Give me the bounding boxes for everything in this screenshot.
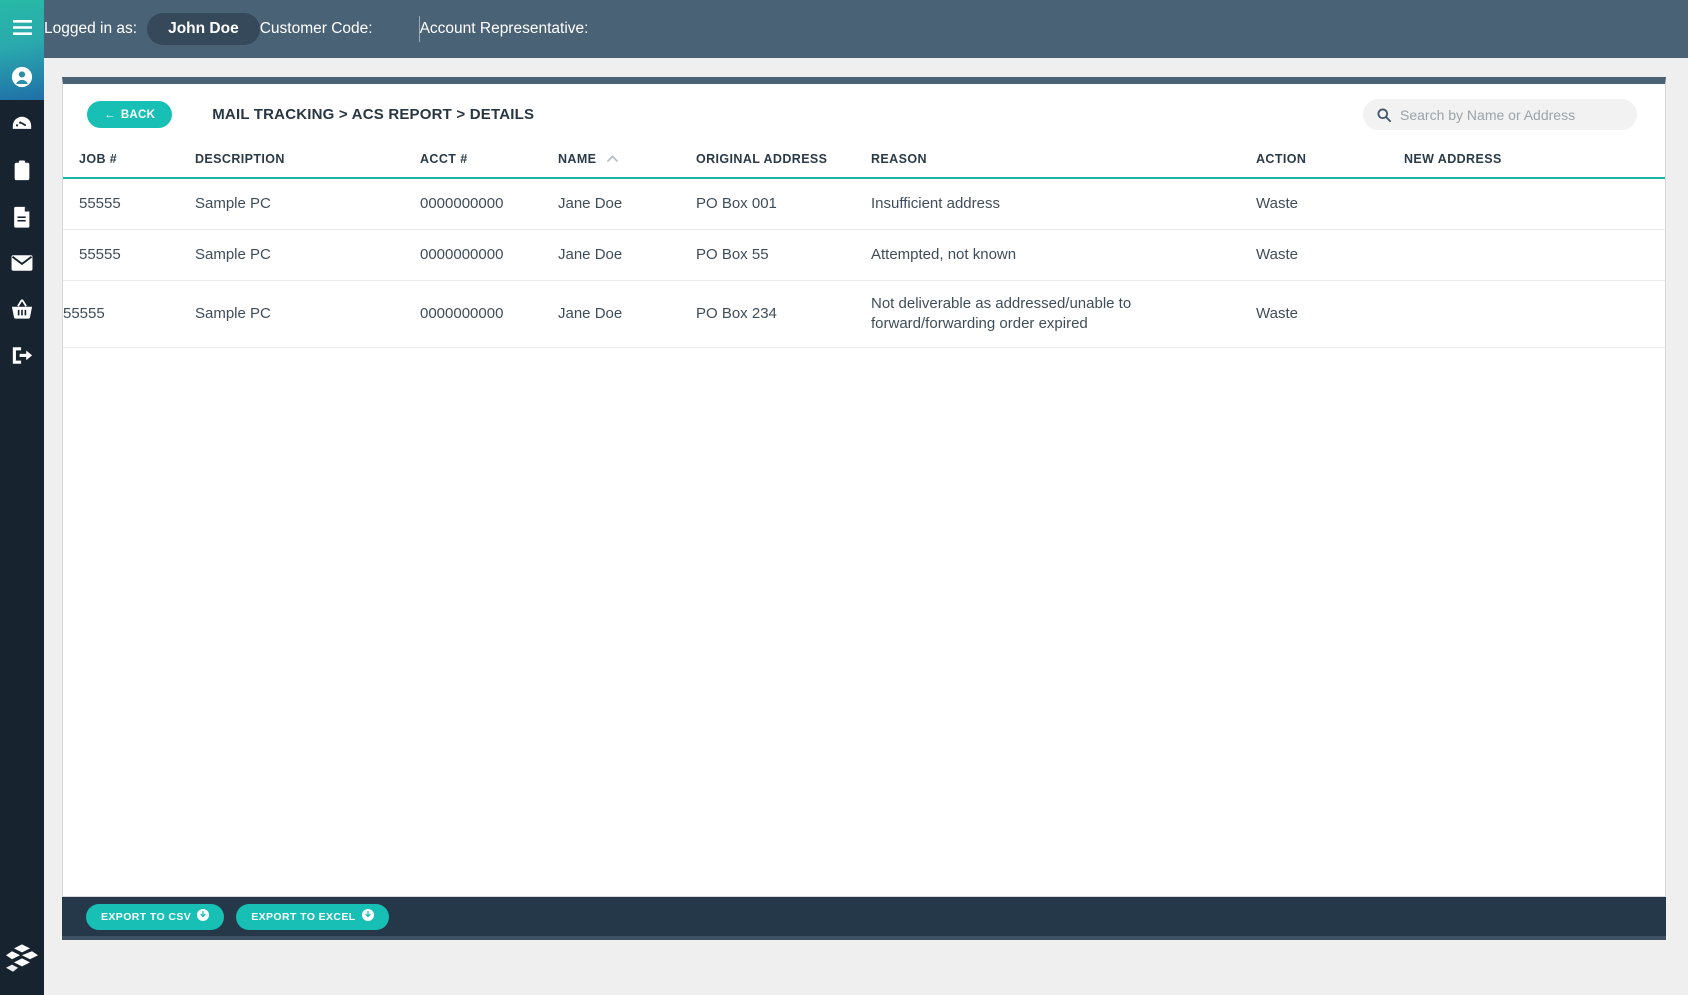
logout-icon[interactable]: [0, 332, 44, 378]
cell-name: Jane Doe: [558, 229, 696, 281]
cell-new-address: [1404, 178, 1665, 230]
acs-details-table: JOB # DESCRIPTION ACCT # NAME ORIGINAL A…: [63, 145, 1665, 348]
content-card: ← BACK MAIL TRACKING > ACS REPORT > DETA…: [62, 77, 1666, 897]
export-to-excel-button[interactable]: EXPORT TO EXCEL: [236, 903, 389, 930]
sort-ascending-icon: [607, 151, 619, 165]
search-box[interactable]: [1363, 99, 1637, 130]
cell-reason: Not deliverable as addressed/unable to f…: [871, 280, 1256, 348]
cell-description: Sample PC: [195, 280, 420, 348]
breadcrumb: MAIL TRACKING > ACS REPORT > DETAILS: [212, 106, 535, 123]
envelope-icon[interactable]: [0, 240, 44, 286]
back-button-label: BACK: [120, 108, 156, 121]
column-header-name-label: NAME: [558, 152, 597, 166]
cell-name: Jane Doe: [558, 280, 696, 348]
cell-acct: 0000000000: [420, 178, 558, 230]
user-name-badge: John Doe: [147, 13, 260, 45]
column-header-acct[interactable]: ACCT #: [420, 145, 558, 179]
table-row[interactable]: 55555 Sample PC 0000000000 Jane Doe PO B…: [63, 229, 1665, 281]
cell-original-address: PO Box 234: [696, 280, 871, 348]
clipboard-icon[interactable]: [0, 148, 44, 194]
cell-job: 55555: [63, 229, 195, 281]
export-excel-label: EXPORT TO EXCEL: [251, 910, 356, 923]
export-to-csv-button[interactable]: EXPORT TO CSV: [86, 903, 225, 930]
sidebar: [0, 0, 44, 995]
cell-original-address: PO Box 001: [696, 178, 871, 230]
customer-code-label: Customer Code:: [259, 20, 373, 37]
search-input[interactable]: [1400, 106, 1610, 123]
cell-job: 55555: [63, 178, 195, 230]
cell-name: Jane Doe: [558, 178, 696, 230]
column-header-new-address[interactable]: NEW ADDRESS: [1404, 145, 1665, 179]
cell-new-address: [1404, 229, 1665, 281]
cell-job: 55555: [63, 280, 195, 348]
cell-acct: 0000000000: [420, 229, 558, 281]
download-circle-icon: [361, 909, 374, 924]
cell-reason: Attempted, not known: [871, 229, 1256, 281]
column-header-description[interactable]: DESCRIPTION: [195, 145, 420, 179]
column-header-job[interactable]: JOB #: [63, 145, 195, 179]
download-circle-icon: [197, 909, 210, 924]
column-header-name[interactable]: NAME: [558, 145, 696, 179]
footer-bar: EXPORT TO CSV EXPORT TO EXCEL: [62, 897, 1666, 940]
search-icon: [1377, 107, 1391, 122]
table-header: JOB # DESCRIPTION ACCT # NAME ORIGINAL A…: [63, 145, 1665, 179]
cell-action: Waste: [1256, 178, 1404, 230]
hamburger-menu-icon[interactable]: [0, 0, 44, 55]
cell-new-address: [1404, 280, 1665, 348]
cell-action: Waste: [1256, 280, 1404, 348]
cell-original-address: PO Box 55: [696, 229, 871, 281]
table-row[interactable]: 55555 Sample PC 0000000000 Jane Doe PO B…: [63, 280, 1665, 348]
account-representative-label: Account Representative:: [419, 20, 589, 37]
cell-description: Sample PC: [195, 178, 420, 230]
table-row[interactable]: 55555 Sample PC 0000000000 Jane Doe PO B…: [63, 178, 1665, 230]
document-icon[interactable]: [0, 194, 44, 240]
gauge-dashboard-icon[interactable]: [0, 102, 44, 148]
cell-acct: 0000000000: [420, 280, 558, 348]
column-header-original-address[interactable]: ORIGINAL ADDRESS: [696, 145, 871, 179]
export-csv-label: EXPORT TO CSV: [101, 910, 192, 923]
basket-icon[interactable]: [0, 286, 44, 332]
top-bar: Logged in as: John Doe Customer Code: Ac…: [44, 0, 1688, 58]
cell-action: Waste: [1256, 229, 1404, 281]
card-header: ← BACK MAIL TRACKING > ACS REPORT > DETA…: [63, 84, 1665, 145]
cell-reason: Insufficient address: [871, 178, 1256, 230]
column-header-action[interactable]: ACTION: [1256, 145, 1404, 179]
stacked-layers-logo: [0, 943, 44, 973]
table-body: 55555 Sample PC 0000000000 Jane Doe PO B…: [63, 178, 1665, 348]
user-circle-icon[interactable]: [0, 55, 44, 100]
arrow-left-icon: ←: [104, 108, 116, 121]
back-button[interactable]: ← BACK: [87, 101, 173, 128]
table-header-row: JOB # DESCRIPTION ACCT # NAME ORIGINAL A…: [63, 145, 1665, 179]
column-header-reason[interactable]: REASON: [871, 145, 1256, 179]
cell-description: Sample PC: [195, 229, 420, 281]
sidebar-header: [0, 0, 44, 100]
logged-in-label: Logged in as:: [44, 20, 138, 37]
